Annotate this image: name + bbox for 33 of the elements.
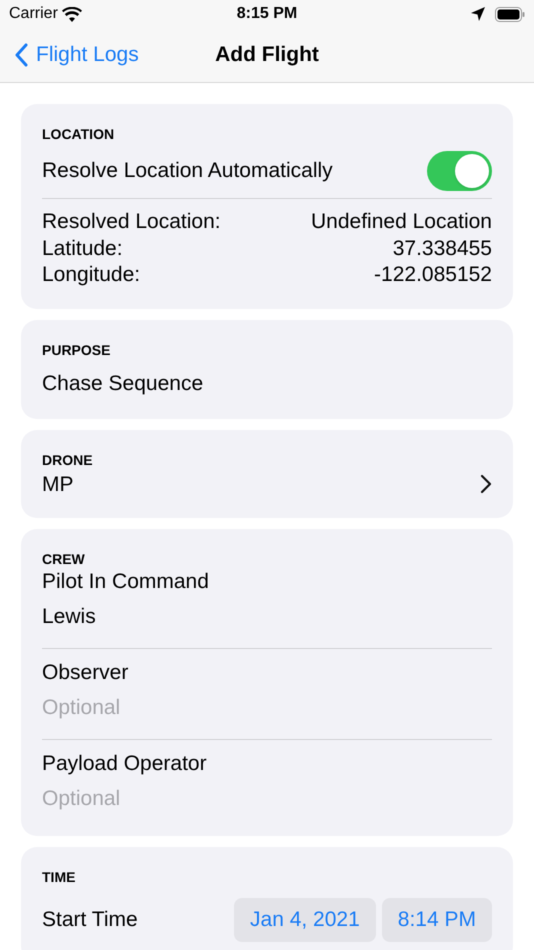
info-value: -122.085152 [374,262,492,288]
section-header: CREW [42,550,86,568]
crew-name-field[interactable]: Lewis [42,596,492,638]
info-label: Resolved Location: [42,209,221,235]
purpose-field[interactable]: Chase Sequence [42,368,492,398]
chevron-right-icon [480,474,492,494]
battery-icon [495,6,525,22]
drone-card[interactable]: DRONE MP [21,430,513,518]
info-label: Longitude: [42,262,140,288]
info-value: Undefined Location [311,209,492,235]
toggle-label: Resolve Location Automatically [42,158,333,184]
section-header: PURPOSE [42,340,112,358]
info-label: Latitude: [42,236,123,262]
start-time-label: Start Time [42,907,138,934]
back-button[interactable]: Flight Logs [14,39,216,71]
info-value: 37.338455 [392,236,492,262]
drone-value: MP [42,472,74,498]
purpose-card[interactable]: PURPOSE Chase Sequence [21,320,513,418]
section-header: TIME [42,868,76,886]
crew-name-field[interactable]: Optional [42,778,492,820]
location-arrow-icon [471,7,485,21]
page-title: Add Flight [215,42,319,68]
section-header: DRONE [42,450,94,468]
wifi-icon [62,6,82,22]
crew-role-label: Pilot In Command [42,569,210,595]
carrier-label: Carrier [9,4,58,24]
back-chevron-icon [14,43,28,67]
toggle-switch[interactable] [427,150,492,190]
crew-role-label: Observer [42,660,130,686]
status-time: 8:15 PM [236,4,298,24]
section-header: LOCATION [42,125,116,143]
crew-name-field[interactable]: Optional [42,687,492,729]
crew-role-label: Payload Operator [42,751,208,777]
